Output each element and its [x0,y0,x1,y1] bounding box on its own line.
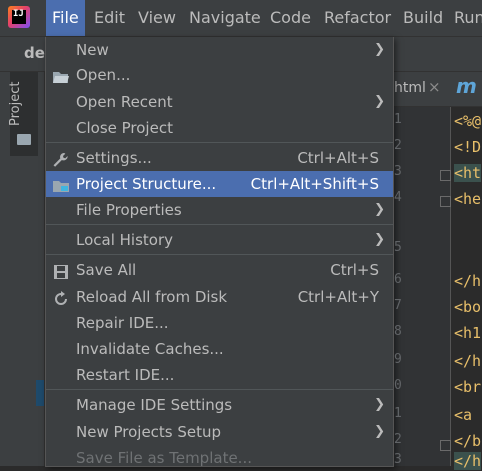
folder-open-icon [52,67,70,83]
code-line[interactable]: <ht [454,164,482,182]
breadcrumb[interactable]: de [24,44,45,62]
line-number: 0 [394,378,402,393]
menu-item-label: Invalidate Caches... [76,340,224,358]
menu-item-manage-ide-settings[interactable]: Manage IDE Settings ❯ [46,392,393,418]
chevron-right-icon: ❯ [374,42,385,57]
menu-item-label: Settings... [76,149,152,167]
chevron-right-icon: ❯ [374,202,385,217]
menu-run[interactable]: Run [448,0,482,36]
project-tool-label: Project [8,81,23,126]
chevron-right-icon: ❯ [374,424,385,439]
menu-item-repair-ide[interactable]: Repair IDE... [46,310,393,336]
menu-item-settings[interactable]: Settings... Ctrl+Alt+S [46,145,393,171]
code-line[interactable]: <br [454,378,481,396]
project-structure-icon [52,176,70,192]
code-line[interactable]: <!D [454,138,481,156]
intellij-logo-icon: IJ [8,6,30,28]
menu-item-label: Close Project [76,119,173,137]
menu-item-open[interactable]: Open... [46,62,393,88]
menu-item-shortcut: Ctrl+Alt+S [297,149,379,167]
menu-item-label: Restart IDE... [76,366,175,384]
file-menu-dropdown: New ❯ Open... Open Recent ❯ Close Project Sett… [45,37,394,467]
menu-item-label: Reload All from Disk [76,288,228,306]
line-number: 8 [394,324,402,339]
line-number: 3 [394,452,402,467]
chevron-right-icon: ❯ [374,232,385,247]
menu-item-label: File Properties [76,201,182,219]
line-number: 9 [394,352,402,367]
code-line[interactable]: <a [454,406,472,424]
menu-separator [46,142,393,143]
code-line[interactable]: <%@ [454,112,481,130]
menu-item-file-properties[interactable]: File Properties ❯ [46,197,393,223]
menu-item-shortcut: Ctrl+S [330,261,379,279]
line-number: 4 [394,190,402,205]
line-number: 6 [394,272,402,287]
menu-item-label: New [76,41,109,59]
menu-code[interactable]: Code [264,0,317,36]
fold-marker-icon[interactable] [440,440,451,451]
chevron-right-icon: ❯ [374,397,385,412]
menu-edit[interactable]: Edit [88,0,131,36]
menu-item-shortcut: Ctrl+Alt+Shift+S [250,175,379,193]
editor-tab-html[interactable]: html [394,80,426,96]
menu-item-reload-all-from-disk[interactable]: Reload All from Disk Ctrl+Alt+Y [46,284,393,310]
line-number: 5 [394,240,402,255]
menu-item-label: Manage IDE Settings [76,396,233,414]
menu-item-label: Save All [76,261,137,279]
menu-item-save-all[interactable]: Save All Ctrl+S [46,257,393,283]
code-line[interactable]: </b [454,432,481,450]
menu-item-label: Repair IDE... [76,314,169,332]
menu-file[interactable]: File [46,0,85,36]
save-icon [52,262,70,279]
chevron-right-icon: ❯ [374,94,385,109]
code-line[interactable]: </h [454,352,481,370]
fold-marker-icon[interactable] [440,196,451,207]
line-number: 3 [394,164,402,179]
code-line[interactable]: </h [454,272,481,290]
menu-item-label: Open... [76,66,131,84]
menu-view[interactable]: View [132,0,182,36]
maven-icon[interactable]: m [456,74,477,98]
code-line[interactable]: <h1 [454,324,481,342]
menu-item-new[interactable]: New ❯ [46,37,393,63]
line-number: 2 [394,432,402,447]
menu-item-label: Open Recent [76,93,173,111]
folder-icon [17,134,31,145]
wrench-icon [52,150,70,167]
menu-item-shortcut: Ctrl+Alt+Y [297,288,379,306]
close-icon[interactable]: × [428,78,441,96]
menu-item-save-file-as-template: Save File as Template... [46,445,393,471]
code-line[interactable]: <bo [454,298,481,316]
reload-icon [52,289,70,305]
menu-item-new-projects-setup[interactable]: New Projects Setup ❯ [46,419,393,445]
menu-item-local-history[interactable]: Local History ❯ [46,227,393,253]
menu-separator [46,224,393,225]
menu-item-label: New Projects Setup [76,423,222,441]
menu-item-close-project[interactable]: Close Project [46,115,393,141]
menu-item-label: Project Structure... [76,175,217,193]
menu-item-restart-ide[interactable]: Restart IDE... [46,362,393,388]
menu-separator [46,389,393,390]
line-number: 7 [394,298,402,313]
line-number: 1 [394,406,402,421]
menu-item-open-recent[interactable]: Open Recent ❯ [46,89,393,115]
menu-item-project-structure[interactable]: Project Structure... Ctrl+Alt+Shift+S [46,171,393,197]
line-number: 2 [394,138,402,153]
code-line[interactable]: </h [454,452,482,470]
menu-item-label: Save File as Template... [76,449,252,467]
menu-item-label: Local History [76,231,174,249]
menu-navigate[interactable]: Navigate [183,0,267,36]
fold-marker-icon[interactable] [440,170,451,181]
menu-bar: IJ File Edit View Navigate Code Refactor… [0,0,482,37]
menu-item-invalidate-caches[interactable]: Invalidate Caches... [46,336,393,362]
menu-refactor[interactable]: Refactor [318,0,397,36]
scroll-marker [36,380,44,406]
menu-separator [46,254,393,255]
line-number: 1 [394,112,402,127]
menu-build[interactable]: Build [397,0,449,36]
code-line[interactable]: <he [454,190,481,208]
